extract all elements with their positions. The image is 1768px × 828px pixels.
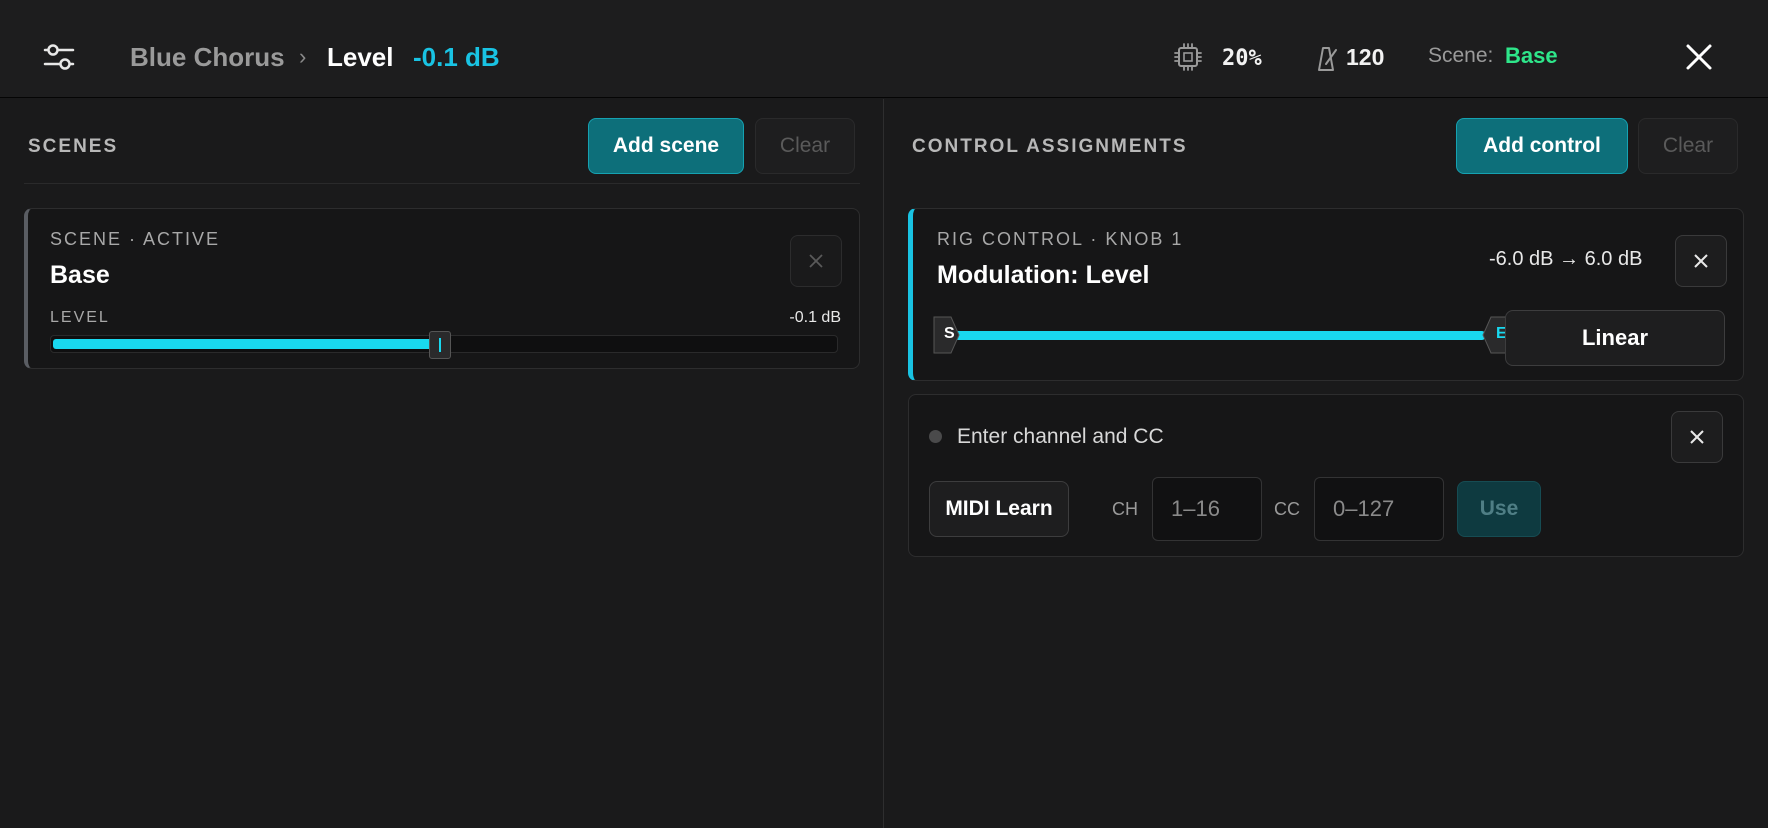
rig-control-range: -6.0 dB → 6.0 dB [1489,248,1643,270]
clear-controls-button[interactable]: Clear [1638,118,1738,174]
level-value: -0.1 dB [789,309,841,326]
level-slider[interactable] [50,331,838,359]
scene-card[interactable]: SCENE · ACTIVE Base LEVEL -0.1 dB [24,208,860,369]
midi-learn-button[interactable]: MIDI Learn [929,481,1069,537]
current-value: -0.1 dB [413,42,500,72]
midi-status-text: Enter channel and CC [957,425,1164,448]
scenes-separator [24,183,860,184]
range-slider-fill [949,331,1485,340]
level-label: LEVEL [50,309,110,326]
close-icon [809,254,823,268]
control-assignments-title: CONTROL ASSIGNMENTS [912,136,1188,157]
channel-input[interactable]: 1–16 [1152,477,1262,541]
cc-input[interactable]: 0–127 [1314,477,1444,541]
remove-scene-button[interactable] [790,235,842,287]
remove-rig-control-button[interactable] [1675,235,1727,287]
remove-midi-button[interactable] [1671,411,1723,463]
use-midi-button[interactable]: Use [1457,481,1541,537]
level-slider-thumb[interactable] [429,331,451,359]
breadcrumb-current: Level [327,42,394,72]
sliders-icon[interactable] [42,40,76,74]
range-start-marker: S [944,325,955,342]
panel-divider [883,99,884,828]
scene-label: Scene: [1428,44,1494,67]
scene-value[interactable]: Base [1505,43,1558,69]
breadcrumb-parent[interactable]: Blue Chorus [130,42,285,73]
cpu-usage-value: 20% [1222,46,1262,71]
breadcrumb-separator: › [299,44,307,69]
top-bar: Blue Chorus › Level -0.1 dB 20% 120 Scen… [0,0,1768,98]
close-icon [1694,254,1708,268]
curve-linear-button[interactable]: Linear [1505,310,1725,366]
add-scene-button[interactable]: Add scene [588,118,744,174]
cpu-chip-icon [1174,43,1202,71]
rig-control-name: Modulation: Level [937,261,1150,289]
channel-label: CH [1112,499,1138,519]
close-icon[interactable] [1684,42,1714,72]
add-control-button[interactable]: Add control [1456,118,1628,174]
range-slider[interactable] [933,315,1513,355]
clear-scenes-button[interactable]: Clear [755,118,855,174]
cc-label: CC [1274,499,1300,519]
scenes-title: SCENES [28,136,119,157]
close-icon [1690,430,1704,444]
tempo-value[interactable]: 120 [1346,44,1384,71]
rig-control-card[interactable]: RIG CONTROL · KNOB 1 Modulation: Level -… [908,208,1744,381]
scene-status: SCENE · ACTIVE [50,229,221,249]
midi-status-indicator [929,430,942,443]
metronome-icon[interactable] [1314,44,1340,72]
level-slider-fill [53,339,440,349]
rig-control-label: RIG CONTROL · KNOB 1 [937,229,1184,249]
scene-name: Base [50,261,110,289]
midi-assignment-card: Enter channel and CC MIDI Learn CH 1–16 … [908,394,1744,557]
